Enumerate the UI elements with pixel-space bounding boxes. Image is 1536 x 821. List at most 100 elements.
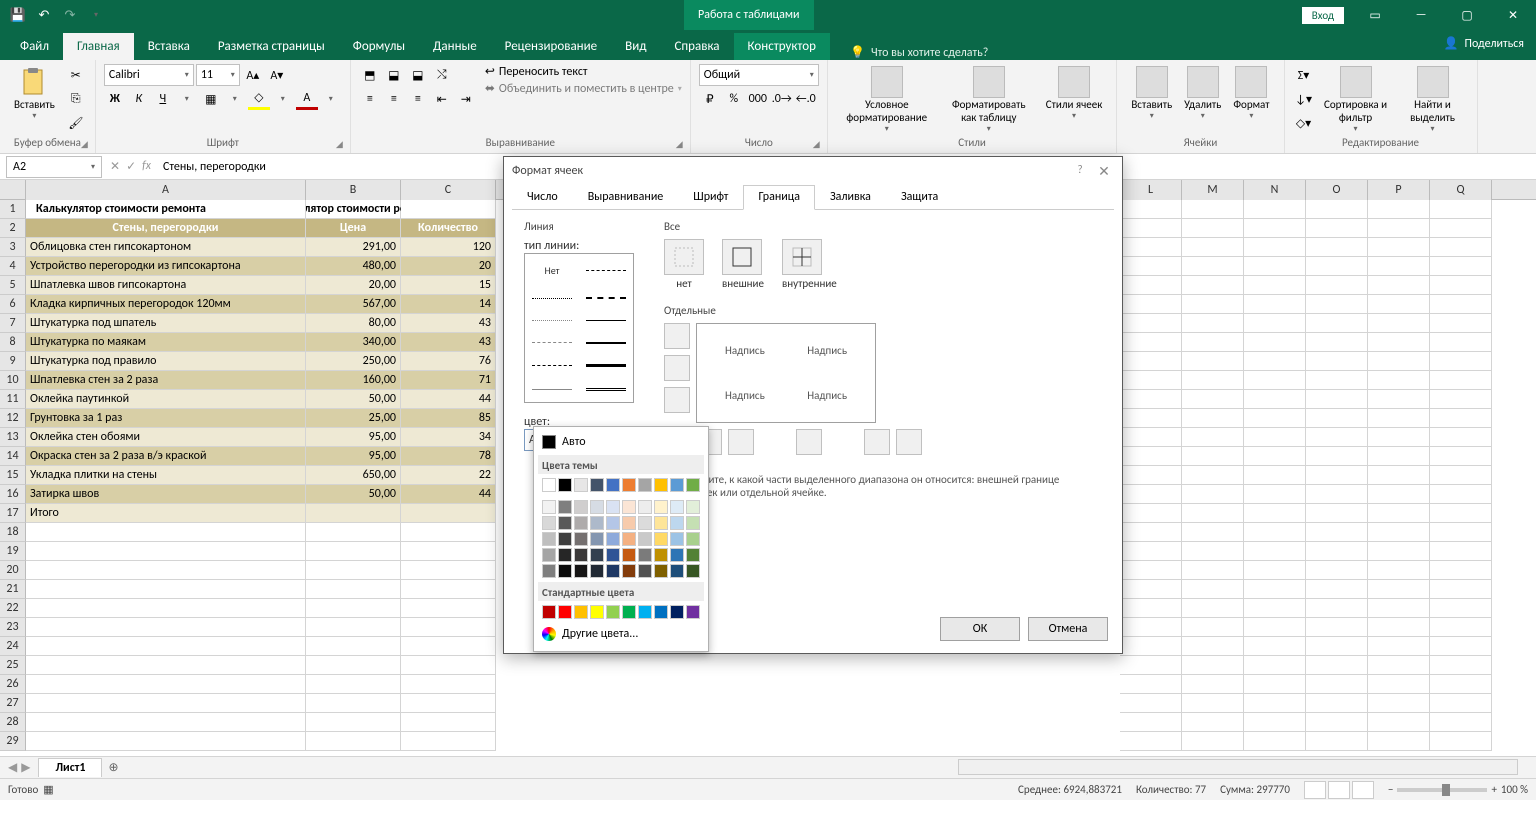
- col-header-a[interactable]: A: [26, 180, 306, 200]
- color-swatch[interactable]: [590, 548, 604, 562]
- line-style-opt[interactable]: [525, 355, 579, 379]
- preset-inside-button[interactable]: [782, 239, 822, 275]
- cell[interactable]: 85: [401, 409, 496, 428]
- color-swatch[interactable]: [686, 516, 700, 530]
- decrease-indent-icon[interactable]: ⇤: [431, 88, 453, 110]
- cell[interactable]: [1306, 200, 1368, 219]
- cell[interactable]: [401, 732, 496, 751]
- line-style-opt[interactable]: [525, 310, 579, 332]
- row-header[interactable]: 28: [0, 713, 26, 732]
- cell[interactable]: [1306, 466, 1368, 485]
- cell[interactable]: [1182, 694, 1244, 713]
- cell[interactable]: [1430, 466, 1492, 485]
- cell[interactable]: [1306, 675, 1368, 694]
- tab-constructor[interactable]: Конструктор: [734, 33, 830, 60]
- color-swatch[interactable]: [622, 548, 636, 562]
- cell[interactable]: [1244, 694, 1306, 713]
- align-right-icon[interactable]: ≡: [407, 88, 429, 110]
- cell[interactable]: [1306, 713, 1368, 732]
- cell[interactable]: 78: [401, 447, 496, 466]
- row-header[interactable]: 8: [0, 333, 26, 352]
- cell[interactable]: [1430, 523, 1492, 542]
- cell[interactable]: [1368, 599, 1430, 618]
- cell[interactable]: [1120, 238, 1182, 257]
- cell[interactable]: [1120, 295, 1182, 314]
- border-hmiddle-button[interactable]: [664, 355, 690, 381]
- cell[interactable]: [1244, 504, 1306, 523]
- cell[interactable]: 44: [401, 390, 496, 409]
- color-swatch[interactable]: [670, 532, 684, 546]
- cell[interactable]: [401, 561, 496, 580]
- cell[interactable]: 95,00: [306, 428, 401, 447]
- cell[interactable]: [401, 694, 496, 713]
- preset-outline-button[interactable]: [722, 239, 762, 275]
- cell[interactable]: [306, 618, 401, 637]
- align-left-icon[interactable]: ≡: [359, 88, 381, 110]
- ok-button[interactable]: ОК: [940, 617, 1020, 641]
- color-swatch[interactable]: [622, 532, 636, 546]
- line-style-opt[interactable]: [579, 254, 633, 288]
- cell[interactable]: [1182, 333, 1244, 352]
- cell[interactable]: [1368, 618, 1430, 637]
- color-swatch[interactable]: [654, 516, 668, 530]
- cell[interactable]: [1182, 713, 1244, 732]
- cell[interactable]: [26, 637, 306, 656]
- cell[interactable]: Цена: [306, 219, 401, 238]
- cell[interactable]: [26, 599, 306, 618]
- cell[interactable]: [26, 675, 306, 694]
- cell[interactable]: [1306, 599, 1368, 618]
- align-bottom-icon[interactable]: ⬓: [407, 64, 429, 86]
- more-colors-button[interactable]: Другие цвета...: [538, 621, 704, 647]
- cell[interactable]: [1430, 732, 1492, 751]
- line-style-opt[interactable]: [525, 378, 579, 402]
- cell[interactable]: [1244, 447, 1306, 466]
- color-swatch[interactable]: [606, 548, 620, 562]
- cell[interactable]: 291,00: [306, 238, 401, 257]
- cell[interactable]: [1182, 618, 1244, 637]
- delete-cells-button[interactable]: Удалить▾: [1178, 64, 1227, 123]
- borders-dropdown[interactable]: ▾: [224, 88, 246, 110]
- col-header-m[interactable]: M: [1182, 180, 1244, 200]
- color-auto-row[interactable]: Авто: [538, 431, 704, 453]
- color-swatch[interactable]: [590, 478, 604, 492]
- border-bottom-button[interactable]: [664, 387, 690, 413]
- cell[interactable]: [1244, 523, 1306, 542]
- cell[interactable]: [401, 599, 496, 618]
- cell[interactable]: [306, 694, 401, 713]
- cell[interactable]: [1306, 390, 1368, 409]
- cell[interactable]: [1306, 238, 1368, 257]
- decrease-decimal-icon[interactable]: ←.0: [795, 88, 817, 110]
- cell[interactable]: 50,00: [306, 390, 401, 409]
- cell[interactable]: [1368, 580, 1430, 599]
- row-header[interactable]: 10: [0, 371, 26, 390]
- login-button[interactable]: Вход: [1302, 7, 1344, 24]
- cell[interactable]: Оклейка паутинкой: [26, 390, 306, 409]
- cell[interactable]: 71: [401, 371, 496, 390]
- fill-icon[interactable]: ↓▾: [1293, 88, 1315, 110]
- color-swatch[interactable]: [606, 605, 620, 619]
- decrease-font-icon[interactable]: A▾: [266, 64, 288, 86]
- cell[interactable]: 160,00: [306, 371, 401, 390]
- cell[interactable]: [1306, 257, 1368, 276]
- cell[interactable]: [1182, 675, 1244, 694]
- color-swatch[interactable]: [622, 500, 636, 514]
- tab-data[interactable]: Данные: [419, 33, 491, 60]
- row-header[interactable]: 14: [0, 447, 26, 466]
- cell[interactable]: [1120, 200, 1182, 219]
- close-icon[interactable]: ✕: [1490, 0, 1536, 30]
- color-swatch[interactable]: [686, 548, 700, 562]
- color-swatch[interactable]: [606, 500, 620, 514]
- color-swatch[interactable]: [574, 500, 588, 514]
- page-break-view-icon[interactable]: [1352, 781, 1374, 799]
- cell[interactable]: [1368, 390, 1430, 409]
- color-swatch[interactable]: [542, 516, 556, 530]
- cell[interactable]: [1430, 447, 1492, 466]
- cell[interactable]: [1120, 409, 1182, 428]
- increase-font-icon[interactable]: A▴: [242, 64, 264, 86]
- cell[interactable]: [1182, 542, 1244, 561]
- color-swatch[interactable]: [606, 532, 620, 546]
- cell[interactable]: 120: [401, 238, 496, 257]
- cell[interactable]: [1306, 656, 1368, 675]
- font-color-icon[interactable]: А: [296, 88, 318, 110]
- cell[interactable]: [1430, 371, 1492, 390]
